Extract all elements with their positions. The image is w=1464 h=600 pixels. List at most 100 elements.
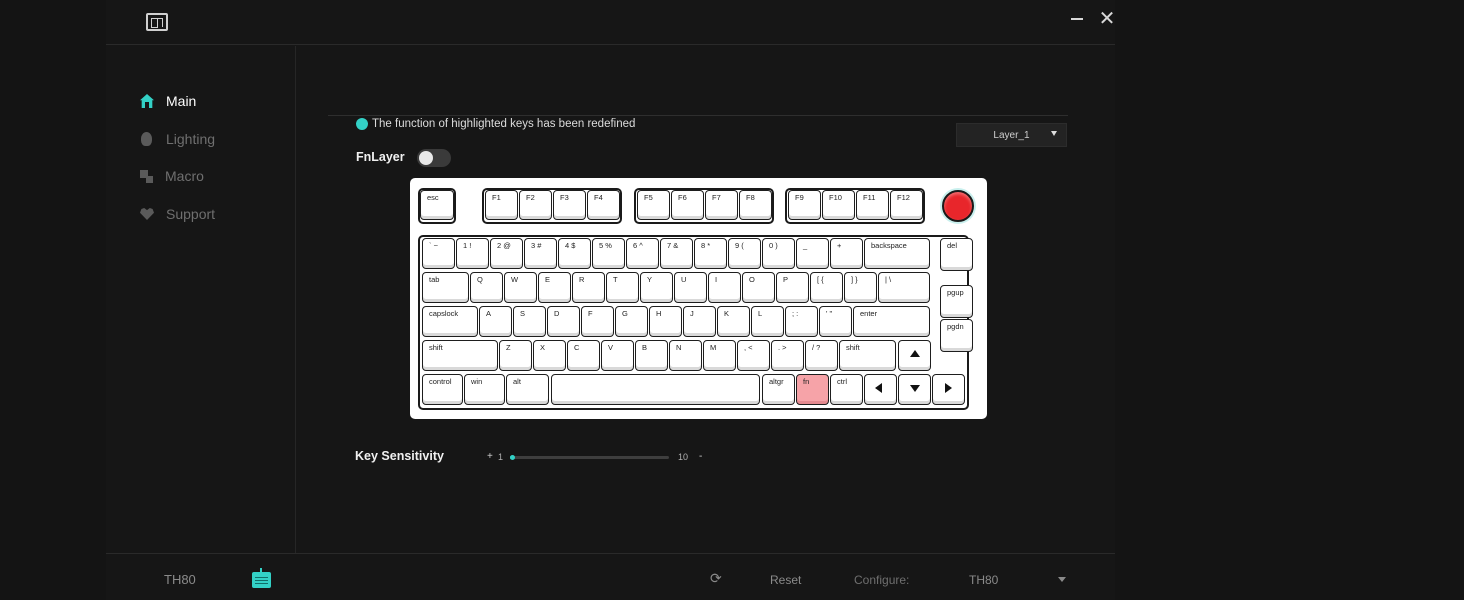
key-r[interactable]: R: [572, 272, 605, 303]
key-a[interactable]: A: [479, 306, 512, 337]
sidebar-item-support[interactable]: Support: [140, 203, 215, 225]
key-f8[interactable]: F8: [739, 190, 772, 220]
key-j[interactable]: J: [683, 306, 716, 337]
key-left-bracket[interactable]: [ {: [810, 272, 843, 303]
key-p[interactable]: P: [776, 272, 809, 303]
key-comma[interactable]: , <: [737, 340, 770, 371]
key-fn[interactable]: fn: [796, 374, 829, 405]
key-enter[interactable]: enter: [853, 306, 930, 337]
configure-select[interactable]: TH80: [969, 573, 998, 587]
key-i[interactable]: I: [708, 272, 741, 303]
key-4[interactable]: 4 $: [558, 238, 591, 269]
key-arrow-down[interactable]: [898, 374, 931, 405]
key-g[interactable]: G: [615, 306, 648, 337]
sidebar-item-lighting[interactable]: Lighting: [140, 128, 215, 150]
key-control[interactable]: control: [422, 374, 463, 405]
slider-thumb[interactable]: [510, 455, 515, 460]
key-grave[interactable]: ` ~: [422, 238, 455, 269]
key-0[interactable]: 0 ): [762, 238, 795, 269]
key-f6[interactable]: F6: [671, 190, 704, 220]
key-arrow-left[interactable]: [864, 374, 897, 405]
key-q[interactable]: Q: [470, 272, 503, 303]
key-v[interactable]: V: [601, 340, 634, 371]
key-y[interactable]: Y: [640, 272, 673, 303]
key-minus[interactable]: _: [796, 238, 829, 269]
key-ctrl[interactable]: ctrl: [830, 374, 863, 405]
sensitivity-decrease-button[interactable]: -: [699, 451, 702, 462]
key-quote[interactable]: ' ": [819, 306, 852, 337]
close-icon[interactable]: ✕: [1096, 8, 1118, 30]
key-2[interactable]: 2 @: [490, 238, 523, 269]
key-arrow-right[interactable]: [932, 374, 965, 405]
key-del[interactable]: del: [940, 238, 973, 271]
key-backslash[interactable]: | \: [878, 272, 930, 303]
key-space[interactable]: [551, 374, 760, 405]
key-capslock[interactable]: capslock: [422, 306, 478, 337]
key-tab[interactable]: tab: [422, 272, 469, 303]
key-u[interactable]: U: [674, 272, 707, 303]
key-z[interactable]: Z: [499, 340, 532, 371]
key-f7[interactable]: F7: [705, 190, 738, 220]
key-9[interactable]: 9 (: [728, 238, 761, 269]
key-slash[interactable]: / ?: [805, 340, 838, 371]
key-semicolon[interactable]: ; :: [785, 306, 818, 337]
key-f1[interactable]: F1: [485, 190, 518, 220]
key-5[interactable]: 5 %: [592, 238, 625, 269]
key-s[interactable]: S: [513, 306, 546, 337]
key-c[interactable]: C: [567, 340, 600, 371]
sidebar-item-label: Macro: [165, 168, 204, 184]
key-x[interactable]: X: [533, 340, 566, 371]
key-o[interactable]: O: [742, 272, 775, 303]
key-arrow-up[interactable]: [898, 340, 931, 371]
key-1[interactable]: 1 !: [456, 238, 489, 269]
key-f12[interactable]: F12: [890, 190, 923, 220]
key-period[interactable]: . >: [771, 340, 804, 371]
key-left-shift[interactable]: shift: [422, 340, 498, 371]
key-w[interactable]: W: [504, 272, 537, 303]
layer-select[interactable]: Layer_1: [956, 123, 1067, 147]
sensitivity-slider[interactable]: [510, 455, 669, 460]
minimize-icon[interactable]: [1066, 8, 1088, 30]
key-pgdn[interactable]: pgdn: [940, 319, 973, 352]
key-f2[interactable]: F2: [519, 190, 552, 220]
key-esc[interactable]: esc: [420, 190, 454, 220]
key-b[interactable]: B: [635, 340, 668, 371]
key-right-shift[interactable]: shift: [839, 340, 896, 371]
key-alt[interactable]: alt: [506, 374, 549, 405]
caret-down-icon[interactable]: [1058, 577, 1066, 582]
key-backspace[interactable]: backspace: [864, 238, 930, 269]
key-n[interactable]: N: [669, 340, 702, 371]
key-7[interactable]: 7 &: [660, 238, 693, 269]
key-pgup[interactable]: pgup: [940, 285, 973, 318]
fnlayer-toggle[interactable]: [417, 149, 451, 167]
key-m[interactable]: M: [703, 340, 736, 371]
key-k[interactable]: K: [717, 306, 750, 337]
key-l[interactable]: L: [751, 306, 784, 337]
key-e[interactable]: E: [538, 272, 571, 303]
key-win[interactable]: win: [464, 374, 505, 405]
key-8[interactable]: 8 *: [694, 238, 727, 269]
device-name: TH80: [164, 572, 196, 587]
key-equals[interactable]: +: [830, 238, 863, 269]
key-h[interactable]: H: [649, 306, 682, 337]
key-right-bracket[interactable]: ] }: [844, 272, 877, 303]
key-d[interactable]: D: [547, 306, 580, 337]
key-f9[interactable]: F9: [788, 190, 821, 220]
keyboard-icon[interactable]: [252, 568, 271, 588]
reset-button[interactable]: Reset: [770, 573, 801, 587]
sensitivity-increase-button[interactable]: +: [487, 451, 493, 462]
key-f5[interactable]: F5: [637, 190, 670, 220]
key-f3[interactable]: F3: [553, 190, 586, 220]
key-t[interactable]: T: [606, 272, 639, 303]
key-f[interactable]: F: [581, 306, 614, 337]
key-f11[interactable]: F11: [856, 190, 889, 220]
key-altgr[interactable]: altgr: [762, 374, 795, 405]
key-3[interactable]: 3 #: [524, 238, 557, 269]
volume-knob[interactable]: [940, 188, 976, 224]
refresh-icon[interactable]: ⟳: [710, 570, 722, 587]
sidebar-item-main[interactable]: Main: [140, 90, 196, 112]
sidebar-item-macro[interactable]: Macro: [140, 165, 204, 187]
key-f10[interactable]: F10: [822, 190, 855, 220]
key-6[interactable]: 6 ^: [626, 238, 659, 269]
key-f4[interactable]: F4: [587, 190, 620, 220]
